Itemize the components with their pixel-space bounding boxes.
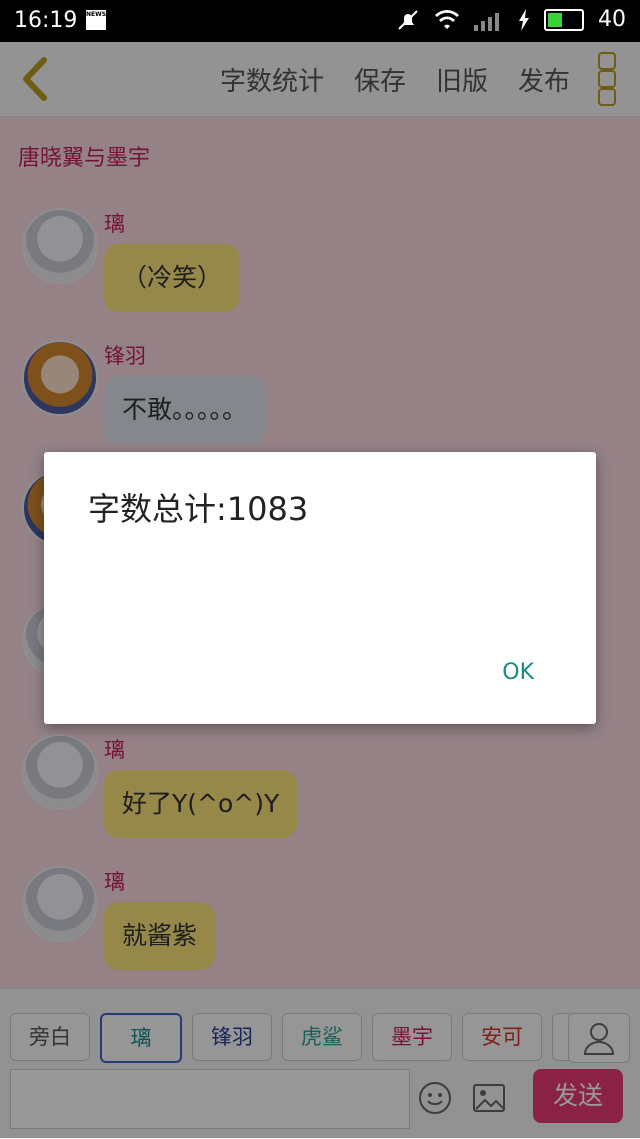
news-icon: NEWS <box>86 10 106 30</box>
word-count-dialog: 字数总计:1083 OK <box>44 452 596 724</box>
signal-icon <box>474 12 499 31</box>
dialog-message: 字数总计:1083 <box>88 490 309 528</box>
battery-fill <box>548 12 562 27</box>
charging-icon <box>519 8 529 31</box>
status-icons: 40 <box>396 7 626 32</box>
status-time: 16:19 <box>14 8 78 33</box>
wifi-icon <box>435 9 459 29</box>
ok-button[interactable]: OK <box>502 660 534 685</box>
status-bar: 16:19 NEWS 40 <box>0 0 640 42</box>
battery-icon <box>544 8 584 31</box>
mute-bell-icon <box>398 9 418 30</box>
battery-level: 40 <box>598 7 626 32</box>
